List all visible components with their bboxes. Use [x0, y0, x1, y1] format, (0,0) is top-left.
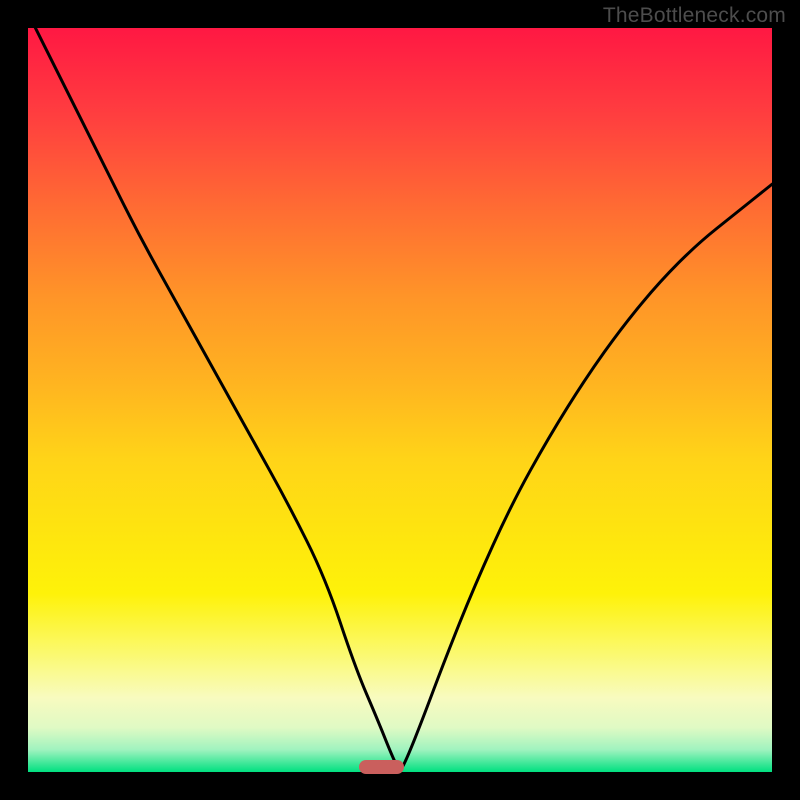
bottleneck-curve — [28, 28, 772, 772]
plot-area — [28, 28, 772, 772]
chart-frame: TheBottleneck.com — [0, 0, 800, 800]
watermark-text: TheBottleneck.com — [603, 4, 786, 28]
optimal-marker — [359, 760, 404, 774]
